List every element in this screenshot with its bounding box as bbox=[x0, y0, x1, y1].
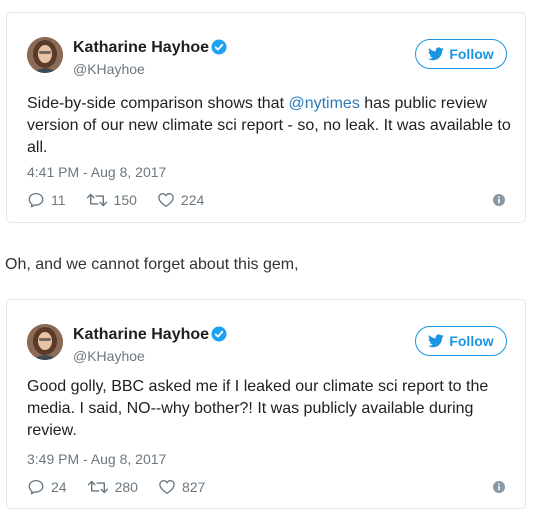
tweet-text-before: Side-by-side comparison shows that bbox=[27, 95, 289, 112]
tweet-timestamp[interactable]: 3:49 PM - Aug 8, 2017 bbox=[27, 451, 166, 467]
reply-count: 11 bbox=[51, 192, 66, 208]
twitter-bird-icon bbox=[428, 47, 445, 61]
reply-icon bbox=[28, 479, 44, 495]
avatar-photo-icon bbox=[27, 324, 63, 360]
retweet-count: 150 bbox=[113, 192, 137, 208]
heart-icon bbox=[158, 193, 174, 208]
twitter-bird-icon bbox=[428, 334, 445, 348]
tweet-text: Good golly, BBC asked me if I leaked our… bbox=[27, 378, 489, 439]
follow-label: Follow bbox=[449, 46, 494, 62]
retweet-icon bbox=[86, 193, 107, 207]
tweet-timestamp[interactable]: 4:41 PM - Aug 8, 2017 bbox=[27, 164, 166, 180]
verified-badge-icon bbox=[211, 39, 227, 55]
tweet-actions: 24 280 827 bbox=[27, 478, 225, 496]
verified-badge-icon bbox=[211, 326, 227, 342]
follow-button[interactable]: Follow bbox=[415, 326, 507, 356]
tweet-text: Side-by-side comparison shows that @nyti… bbox=[27, 93, 513, 159]
author-name[interactable]: Katharine Hayhoe bbox=[73, 39, 209, 57]
reply-action[interactable]: 11 bbox=[27, 191, 66, 209]
like-action[interactable]: 827 bbox=[158, 478, 205, 496]
reply-action[interactable]: 24 bbox=[27, 478, 67, 496]
like-action[interactable]: 224 bbox=[157, 191, 204, 209]
mention-link[interactable]: @nytimes bbox=[288, 95, 359, 112]
avatar[interactable] bbox=[27, 37, 63, 73]
retweet-icon bbox=[87, 480, 108, 494]
embedded-tweet[interactable]: Katharine Hayhoe @KHayhoe Follow Side-by… bbox=[6, 12, 526, 223]
like-count: 224 bbox=[180, 192, 205, 208]
author-handle[interactable]: @KHayhoe bbox=[73, 61, 145, 77]
retweet-count: 280 bbox=[114, 479, 138, 495]
follow-label: Follow bbox=[449, 333, 494, 349]
like-count: 827 bbox=[181, 479, 206, 495]
author-handle[interactable]: @KHayhoe bbox=[73, 348, 145, 364]
retweet-action[interactable]: 280 bbox=[87, 478, 138, 496]
reply-count: 24 bbox=[51, 479, 67, 495]
tweet-actions: 11 150 224 bbox=[27, 191, 224, 209]
avatar-photo-icon bbox=[27, 37, 63, 73]
avatar[interactable] bbox=[27, 324, 63, 360]
heart-icon bbox=[159, 480, 175, 495]
info-icon[interactable] bbox=[493, 481, 505, 493]
follow-button[interactable]: Follow bbox=[415, 39, 507, 69]
body-paragraph: Oh, and we cannot forget about this gem, bbox=[5, 256, 299, 273]
author-name[interactable]: Katharine Hayhoe bbox=[73, 326, 209, 344]
reply-icon bbox=[28, 192, 44, 208]
info-icon[interactable] bbox=[493, 194, 505, 206]
retweet-action[interactable]: 150 bbox=[86, 191, 137, 209]
embedded-tweet[interactable]: Katharine Hayhoe @KHayhoe Follow Good go… bbox=[6, 299, 526, 509]
